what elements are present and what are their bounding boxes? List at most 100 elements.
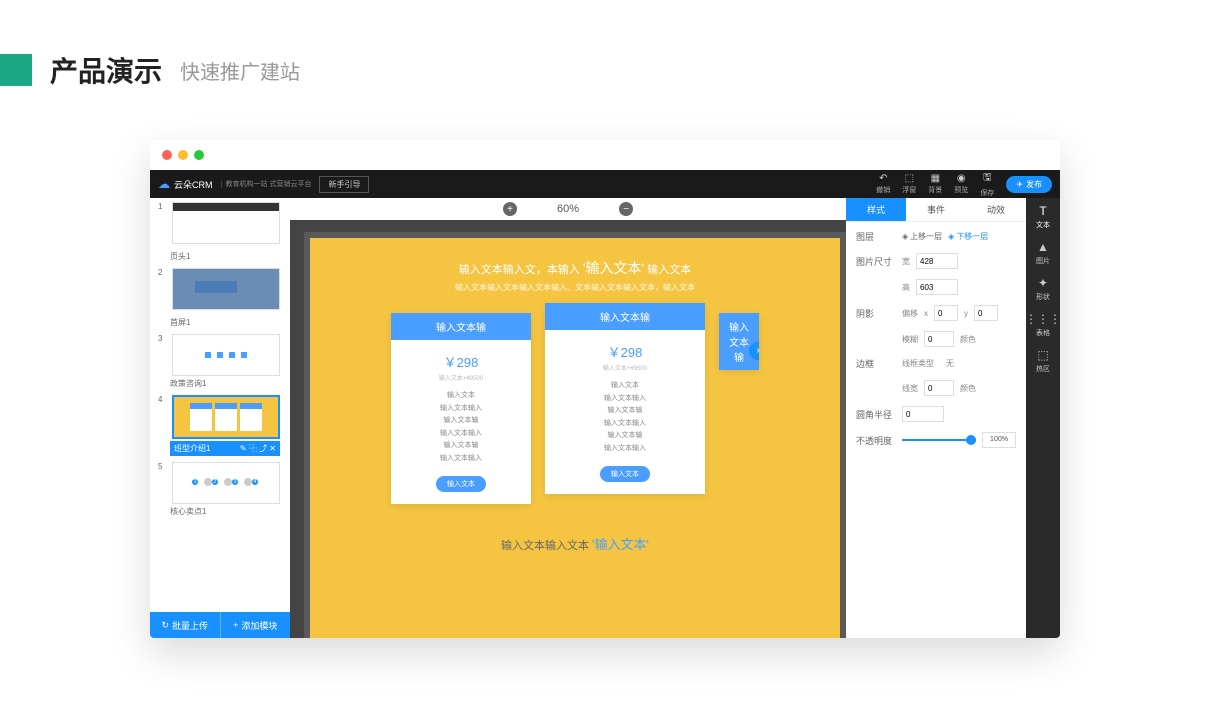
border-type-value[interactable]: 无 — [946, 358, 954, 369]
topbar: ☁ 云朵CRM 教育机构一站 式营销云平台 新手引导 ↶撤销 ⬚浮窗 ▦背景 ◉… — [150, 170, 1060, 198]
tool-text[interactable]: T文本 — [1036, 204, 1050, 230]
undo-button[interactable]: ↶撤销 — [876, 173, 890, 195]
bulk-upload-button[interactable]: ↻批量上传 — [150, 612, 220, 638]
tool-strip: T文本 ▲图片 ✦形状 ⋮⋮⋮表格 ⬚热区 — [1026, 198, 1060, 638]
topbar-tools: ↶撤销 ⬚浮窗 ▦背景 ◉预览 🖫保存 ✈发布 — [876, 170, 1052, 198]
radius-input[interactable] — [902, 406, 944, 422]
table-icon: ⋮⋮⋮ — [1025, 312, 1060, 326]
shadow-blur-input[interactable] — [924, 331, 954, 347]
slides-panel: 1 页头1 2 首屏1 3 政策咨询1 4 — [150, 198, 290, 638]
undo-icon: ↶ — [879, 173, 887, 184]
save-button[interactable]: 🖫保存 — [980, 170, 994, 198]
zoom-bar: + 60% − — [290, 198, 846, 220]
card-cta-button[interactable]: 输入文本 — [600, 466, 650, 482]
height-input[interactable] — [916, 279, 958, 295]
layer-label: 图层 — [856, 230, 896, 243]
page-title: 产品演示 — [50, 50, 162, 90]
slide-label: 核心卖点1 — [170, 506, 282, 517]
shadow-y-input[interactable] — [974, 305, 998, 321]
canvas-area: + 60% − 输入文本输入文，本输入 '输入文本' 输入文本 输入文本输入文本… — [290, 198, 846, 638]
tab-animation[interactable]: 动效 — [966, 198, 1026, 222]
pricing-card-featured[interactable]: 输入文本输 ￥298 输入文本+¥9500 输入文本输入文本输入输入文本输输入文… — [545, 303, 705, 494]
tool-hotspot[interactable]: ⬚热区 — [1036, 348, 1050, 374]
maximize-icon[interactable] — [194, 150, 204, 160]
app-body: 1 页头1 2 首屏1 3 政策咨询1 4 — [150, 198, 1060, 638]
props-tabs: 样式 事件 动效 — [846, 198, 1026, 222]
plus-icon: + — [233, 620, 238, 630]
layer-up-icon: ◈ — [902, 232, 908, 241]
logo-subtitle: 教育机构一站 式营销云平台 — [221, 181, 312, 188]
canvas-footer-title[interactable]: 输入文本输入文本 '输入文本' — [340, 534, 810, 553]
layer-up-button[interactable]: ◈上移一层 — [902, 231, 942, 242]
ruler-vertical — [290, 220, 304, 638]
background-button[interactable]: ▦背景 — [928, 173, 942, 195]
close-icon[interactable] — [162, 150, 172, 160]
feature-list: 输入文本输入文本输入输入文本输输入文本输入输入文本输输入文本输入 — [545, 380, 705, 466]
border-width-input[interactable] — [924, 380, 954, 396]
feature-list: 输入文本输入文本输入输入文本输输入文本输入输入文本输输入文本输入 — [391, 390, 531, 476]
slide-label: 首屏1 — [170, 317, 282, 328]
size-label: 图片尺寸 — [856, 255, 896, 268]
logo-text: 云朵CRM — [174, 178, 213, 191]
eye-icon: ◉ — [957, 173, 966, 184]
save-icon: 🖫 — [983, 170, 992, 187]
text-icon: T — [1039, 204, 1046, 218]
send-icon: ✈ — [1016, 180, 1023, 189]
tool-table[interactable]: ⋮⋮⋮表格 — [1025, 312, 1060, 338]
slide-label: 页头1 — [170, 251, 282, 262]
preview-button[interactable]: ◉预览 — [954, 173, 968, 195]
slide-label-selected: 班型介绍1 ✎ ⿻ ⤴ ✕ — [170, 441, 280, 456]
shadow-label: 阴影 — [856, 307, 896, 320]
canvas[interactable]: 输入文本输入文，本输入 '输入文本' 输入文本 输入文本输入文本输入文本输入、文… — [310, 238, 840, 638]
layer-down-button[interactable]: ◈下移一层 — [948, 231, 988, 242]
slide-label: 政策咨询1 — [170, 378, 282, 389]
accent-box — [0, 54, 32, 86]
hotspot-icon: ⬚ — [1037, 348, 1048, 362]
opacity-slider[interactable] — [902, 439, 976, 441]
border-label: 边框 — [856, 357, 896, 370]
publish-button[interactable]: ✈发布 — [1006, 176, 1052, 193]
properties-panel: 样式 事件 动效 图层 ◈上移一层 ◈下移一层 图片尺寸 宽 高 — [846, 198, 1026, 638]
pricing-card-partial[interactable]: 输入文本输 › — [719, 313, 759, 370]
pricing-cards: 输入文本输 ￥298 输入文本+¥9500 输入文本输入文本输入输入文本输输入文… — [340, 313, 810, 504]
tool-shape[interactable]: ✦形状 — [1036, 276, 1050, 302]
width-input[interactable] — [916, 253, 958, 269]
slide-item[interactable]: 2 首屏1 — [158, 268, 282, 328]
window-chrome — [150, 140, 1060, 170]
background-icon: ▦ — [931, 173, 940, 184]
canvas-subtitle[interactable]: 输入文本输入文本输入文本输入、文本输入文本输入文本，输入文本 — [340, 282, 810, 293]
slide-item[interactable]: 1 页头1 — [158, 202, 282, 262]
refresh-icon: ↻ — [161, 620, 169, 631]
slide-item[interactable]: 5 1 2 3 4 核心卖点1 — [158, 462, 282, 517]
slides-list[interactable]: 1 页头1 2 首屏1 3 政策咨询1 4 — [150, 198, 290, 612]
opacity-value: 100% — [982, 432, 1016, 448]
tool-image[interactable]: ▲图片 — [1036, 240, 1050, 266]
cloud-icon: ☁ — [158, 177, 170, 191]
carousel-next-button[interactable]: › — [749, 342, 759, 360]
float-icon: ⬚ — [905, 173, 914, 184]
ruler-horizontal — [304, 220, 846, 232]
pricing-card[interactable]: 输入文本输 ￥298 输入文本+¥9500 输入文本输入文本输入输入文本输输入文… — [391, 313, 531, 504]
slide-actions[interactable]: ✎ ⿻ ⤴ ✕ — [240, 443, 276, 454]
logo: ☁ 云朵CRM 教育机构一站 式营销云平台 — [158, 177, 311, 191]
tab-event[interactable]: 事件 — [906, 198, 966, 222]
shadow-x-input[interactable] — [934, 305, 958, 321]
tab-style[interactable]: 样式 — [846, 198, 906, 222]
shape-icon: ✦ — [1038, 276, 1048, 290]
guide-button[interactable]: 新手引导 — [319, 176, 369, 193]
radius-label: 圆角半径 — [856, 408, 896, 421]
add-module-button[interactable]: +添加模块 — [220, 612, 291, 638]
zoom-in-button[interactable]: + — [503, 202, 517, 216]
float-button[interactable]: ⬚浮窗 — [902, 173, 916, 195]
zoom-value: 60% — [557, 203, 579, 215]
zoom-out-button[interactable]: − — [619, 202, 633, 216]
page-subtitle: 快速推广建站 — [180, 56, 300, 85]
slide-item-selected[interactable]: 4 班型介绍1 ✎ ⿻ ⤴ ✕ — [158, 395, 282, 456]
opacity-label: 不透明度 — [856, 434, 896, 447]
slider-thumb[interactable] — [966, 435, 976, 445]
minimize-icon[interactable] — [178, 150, 188, 160]
card-cta-button[interactable]: 输入文本 — [436, 476, 486, 492]
canvas-title[interactable]: 输入文本输入文，本输入 '输入文本' 输入文本 — [340, 258, 810, 278]
slide-item[interactable]: 3 政策咨询1 — [158, 334, 282, 389]
sidebar-footer: ↻批量上传 +添加模块 — [150, 612, 290, 638]
